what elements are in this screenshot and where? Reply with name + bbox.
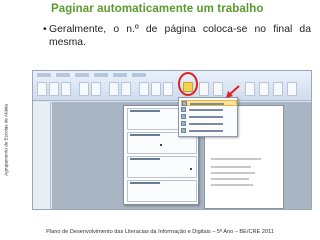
ribbon-button[interactable] [91, 82, 101, 96]
text-line [211, 158, 261, 160]
menu-item-text [189, 130, 223, 132]
text-line [211, 172, 255, 174]
text-line [211, 184, 253, 186]
slide-title: Paginar automaticamente um trabalho [51, 3, 264, 15]
ribbon-button[interactable] [61, 82, 71, 96]
ribbon-button[interactable] [259, 82, 269, 96]
menu-item-icon [181, 121, 186, 126]
bullet-marker: • [43, 24, 47, 35]
menu-item-text [190, 103, 224, 105]
gallery-item-label [130, 134, 160, 136]
dropdown-item-format[interactable] [181, 128, 237, 134]
ribbon-button[interactable] [245, 82, 255, 96]
page-number-mark [190, 168, 192, 170]
ribbon-tab[interactable] [94, 73, 108, 77]
menu-item-icon [181, 107, 186, 112]
slide: Paginar automaticamente um trabalho • Ge… [0, 0, 320, 240]
vertical-label-text: Agrupamento de Escolas de Aldeia [3, 104, 9, 176]
bullet-text: Geralmente, o n.º de página coloca-se no… [49, 24, 311, 48]
ribbon-tab[interactable] [132, 73, 146, 77]
red-arrow-icon [226, 85, 240, 98]
menu-item-icon [181, 114, 186, 119]
ribbon [33, 71, 311, 101]
page-number-mark [160, 144, 162, 146]
ribbon-tab[interactable] [56, 73, 70, 77]
menu-item-text [189, 123, 223, 125]
ribbon-button[interactable] [273, 82, 283, 96]
text-line [211, 166, 251, 168]
page-number-dropdown [178, 97, 238, 137]
ribbon-tabs [37, 73, 146, 80]
gallery-item[interactable] [127, 180, 197, 202]
ribbon-button[interactable] [139, 82, 149, 96]
side-panel [33, 102, 51, 209]
menu-item-text [189, 116, 223, 118]
ribbon-button[interactable] [163, 82, 173, 96]
ribbon-tab[interactable] [75, 73, 89, 77]
ribbon-button[interactable] [37, 82, 47, 96]
ribbon-button[interactable] [151, 82, 161, 96]
gallery-item-label [130, 110, 160, 112]
dropdown-item-current-position[interactable] [181, 121, 237, 127]
footer-text: Plano de Desenvolvimento das Literacias … [46, 229, 274, 235]
ribbon-button[interactable] [49, 82, 59, 96]
menu-item-text [189, 109, 223, 111]
gallery-item-label [130, 182, 160, 184]
ribbon-tab[interactable] [113, 73, 127, 77]
vertical-side-label: Agrupamento de Escolas de Aldeia [2, 70, 10, 210]
ribbon-tab[interactable] [37, 73, 51, 77]
dropdown-item-page-margins[interactable] [181, 114, 237, 120]
word-screenshot [32, 70, 312, 210]
bullet-point: • Geralmente, o n.º de página coloca-se … [43, 23, 311, 49]
ribbon-button[interactable] [121, 82, 131, 96]
gallery-item[interactable] [127, 156, 197, 178]
highlight-circle [178, 72, 198, 96]
ribbon-button[interactable] [287, 82, 297, 96]
ribbon-button[interactable] [213, 82, 223, 96]
ribbon-button[interactable] [199, 82, 209, 96]
ribbon-button[interactable] [109, 82, 119, 96]
gallery-item-label [130, 158, 160, 160]
menu-item-icon [182, 101, 187, 106]
text-line [211, 178, 249, 180]
menu-item-icon [181, 128, 186, 133]
dropdown-item-bottom-of-page[interactable] [181, 107, 237, 113]
ribbon-button[interactable] [79, 82, 89, 96]
